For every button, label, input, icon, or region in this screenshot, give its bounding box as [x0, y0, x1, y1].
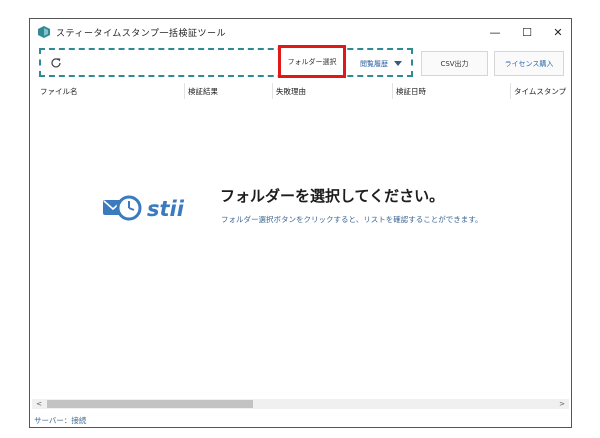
- window-title: スティータイムスタンプ一括検証ツール: [56, 28, 227, 39]
- history-label: 閲覧履歴: [360, 59, 388, 68]
- app-logo-icon: [38, 26, 50, 38]
- caret-down-icon: [394, 61, 402, 66]
- csv-export-button[interactable]: CSV出力: [421, 51, 488, 76]
- title-bar: スティータイムスタンプ一括検証ツール — ☐ ✕: [30, 19, 571, 45]
- table-header: ファイル名 検証結果 失敗理由 検証日時 タイムスタンプ: [30, 83, 571, 99]
- history-dropdown[interactable]: 閲覧履歴: [352, 51, 410, 76]
- column-divider[interactable]: [510, 83, 511, 99]
- column-header-datetime[interactable]: 検証日時: [396, 86, 426, 97]
- horizontal-scrollbar[interactable]: < >: [32, 399, 569, 409]
- column-divider[interactable]: [392, 83, 393, 99]
- column-header-timestamp[interactable]: タイムスタンプ: [514, 86, 566, 97]
- server-status: サーバー：接続: [34, 416, 87, 425]
- column-divider[interactable]: [272, 83, 273, 99]
- scrollbar-thumb[interactable]: [47, 400, 253, 408]
- app-window: スティータイムスタンプ一括検証ツール — ☐ ✕ フォルダー選択 閲覧履歴 CS…: [29, 18, 572, 428]
- scroll-right-arrow[interactable]: >: [557, 399, 567, 409]
- column-divider[interactable]: [184, 83, 185, 99]
- logo-wordmark: stii: [147, 197, 185, 221]
- refresh-icon[interactable]: [49, 56, 63, 70]
- empty-state-title: フォルダーを選択してください。: [220, 187, 445, 205]
- column-header-result[interactable]: 検証結果: [188, 86, 218, 97]
- stii-logo: stii: [103, 195, 185, 221]
- empty-state-subtitle: フォルダー選択ボタンをクリックすると、リストを確認することができます。: [221, 215, 483, 224]
- maximize-button[interactable]: ☐: [511, 19, 543, 45]
- license-purchase-button[interactable]: ライセンス購入: [494, 51, 564, 76]
- column-header-reason[interactable]: 失敗理由: [276, 86, 306, 97]
- column-header-filename[interactable]: ファイル名: [40, 86, 78, 97]
- close-button[interactable]: ✕: [542, 19, 571, 45]
- scroll-left-arrow[interactable]: <: [34, 399, 44, 409]
- folder-select-button[interactable]: フォルダー選択: [278, 45, 346, 78]
- minimize-button[interactable]: —: [479, 19, 511, 45]
